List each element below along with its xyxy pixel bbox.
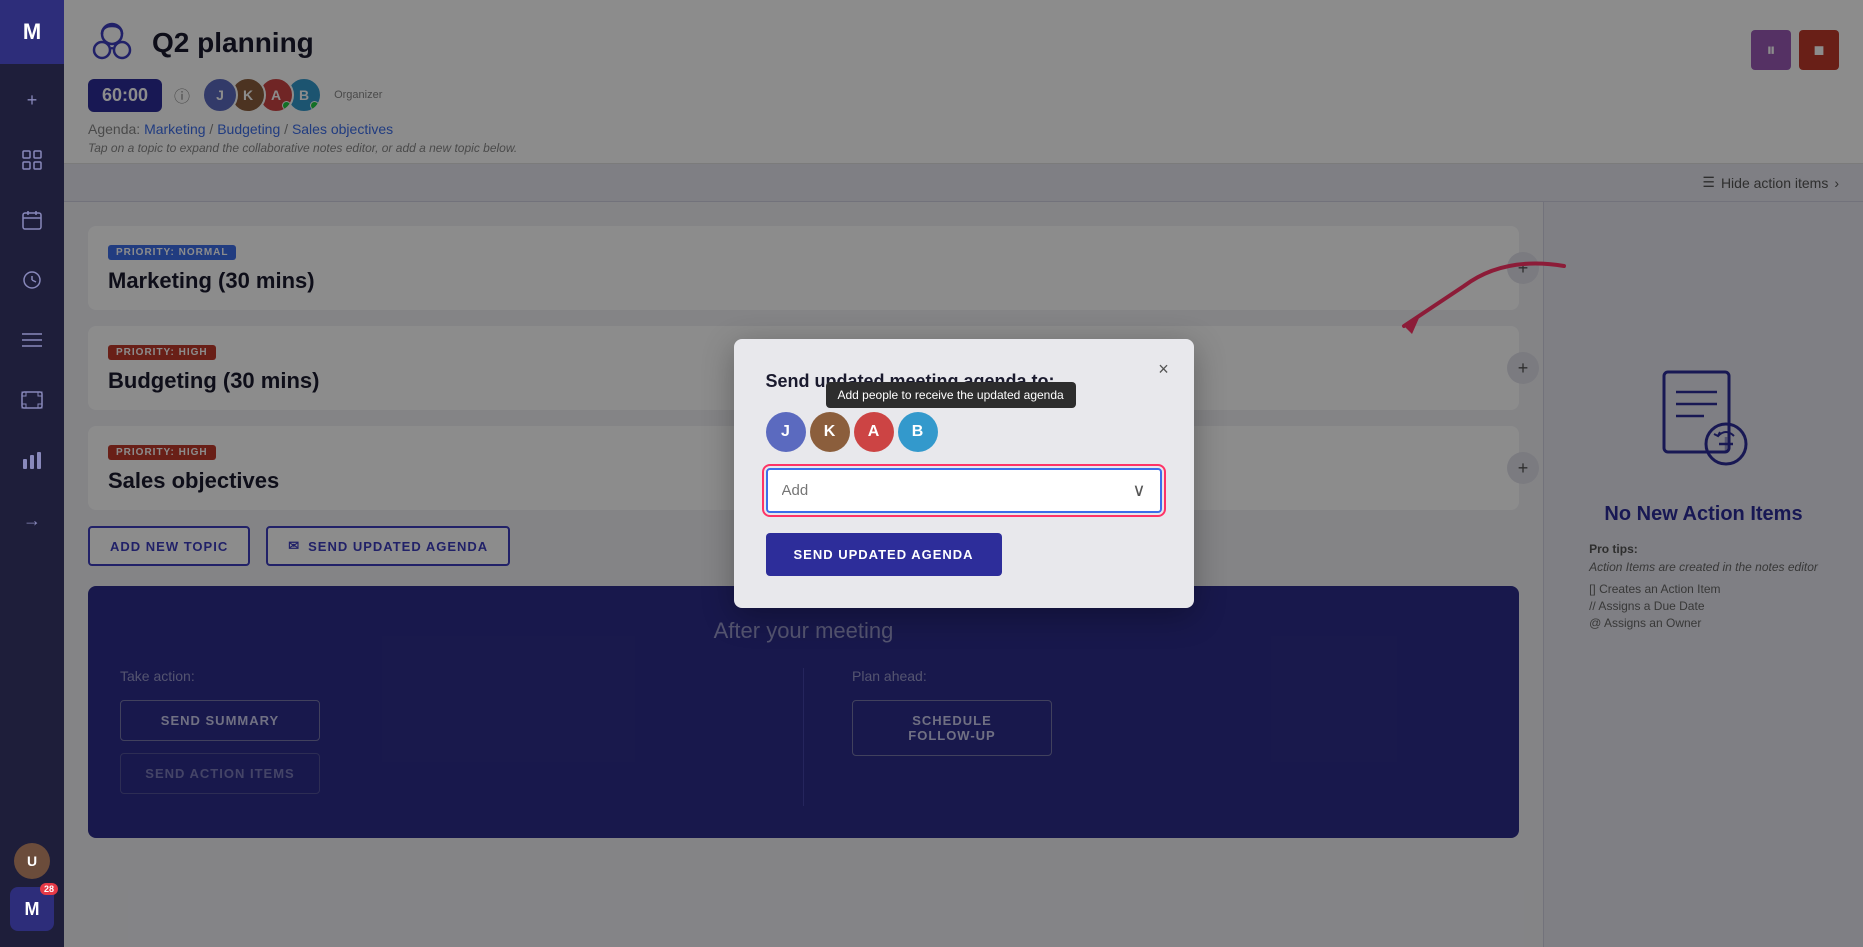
sidebar-chart-icon[interactable] xyxy=(8,436,56,484)
modal-close-button[interactable]: × xyxy=(1150,355,1178,383)
app-badge-wrapper: M 28 xyxy=(10,887,54,931)
sidebar: M + xyxy=(0,0,64,947)
modal-avatar-2: K xyxy=(810,412,850,452)
sidebar-add-button[interactable]: + xyxy=(8,76,56,124)
notification-badge: 28 xyxy=(40,883,58,895)
sidebar-bottom: U M 28 xyxy=(10,843,54,947)
modal-avatar-3: A xyxy=(854,412,894,452)
sidebar-menu-icon[interactable] xyxy=(8,316,56,364)
app-logo[interactable]: M xyxy=(0,0,64,64)
sidebar-grid-icon[interactable] xyxy=(8,136,56,184)
main-area: 🔍 Search... U Q2 planning 60:00 ⓘ xyxy=(64,0,1863,947)
send-agenda-modal: × Send updated meeting agenda to: J K A … xyxy=(734,339,1194,608)
modal-avatar-1: J xyxy=(766,412,806,452)
modal-avatars-wrapper: J K A B Add people to receive the update… xyxy=(766,412,1162,452)
modal-input-wrapper: ∨ xyxy=(766,468,1162,513)
modal-avatar-4: B xyxy=(898,412,938,452)
sidebar-clock-icon[interactable] xyxy=(8,256,56,304)
sidebar-calendar-icon[interactable] xyxy=(8,196,56,244)
modal-tooltip: Add people to receive the updated agenda xyxy=(826,382,1076,408)
modal-overlay: × Send updated meeting agenda to: J K A … xyxy=(64,0,1863,947)
sidebar-arrow-icon[interactable]: → xyxy=(8,496,56,544)
modal-send-button[interactable]: SEND UPDATED AGENDA xyxy=(766,533,1002,576)
add-recipient-input[interactable] xyxy=(782,482,1133,499)
app-icon-letter: M xyxy=(25,899,40,920)
user-avatar-sidebar[interactable]: U xyxy=(14,843,50,879)
sidebar-film-icon[interactable] xyxy=(8,376,56,424)
dropdown-chevron-icon[interactable]: ∨ xyxy=(1132,480,1145,501)
logo-text: M xyxy=(23,19,41,45)
modal-avatars-row: J K A B xyxy=(766,412,1162,452)
